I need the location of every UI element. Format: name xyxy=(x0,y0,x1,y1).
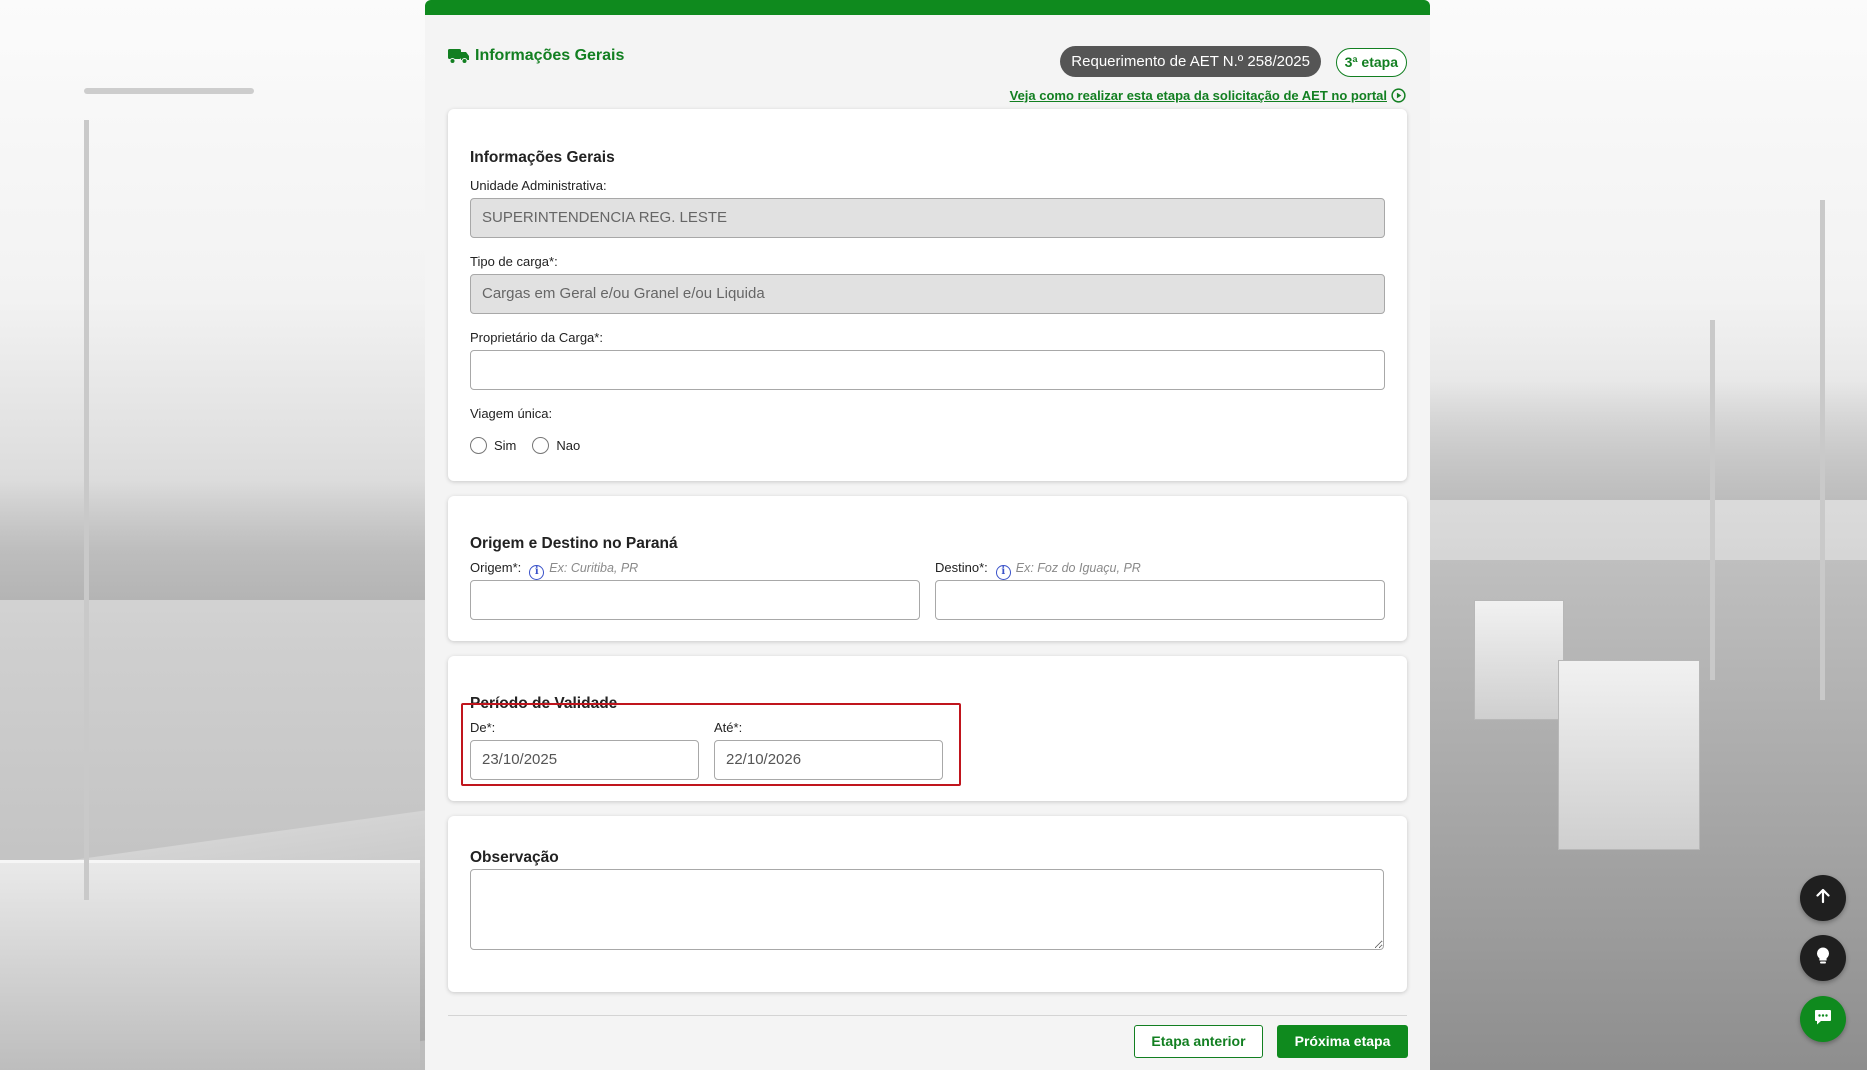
origin-hint: Ex: Curitiba, PR xyxy=(549,561,639,575)
admin-unit-field: SUPERINTENDENCIA REG. LESTE xyxy=(470,198,1385,238)
notes-textarea[interactable] xyxy=(470,869,1384,950)
general-info-panel: Informações Gerais Unidade Administrativ… xyxy=(448,109,1407,481)
tips-button[interactable] xyxy=(1800,935,1846,981)
help-link[interactable]: Veja como realizar esta etapa da solicit… xyxy=(1010,88,1406,103)
background-lamp-post xyxy=(1820,200,1825,700)
header-title-text: Informações Gerais xyxy=(475,47,625,64)
form-header: Informações Gerais Requerimento de AET N… xyxy=(448,33,1407,77)
chat-button[interactable] xyxy=(1800,996,1846,1042)
destination-hint: Ex: Foz do Iguaçu, PR xyxy=(1015,561,1141,575)
radio-sim-label[interactable]: Sim xyxy=(494,438,516,453)
background-truck xyxy=(1474,600,1564,720)
origin-input[interactable] xyxy=(470,580,920,620)
next-step-button[interactable]: Próxima etapa xyxy=(1277,1025,1408,1058)
destination-input[interactable] xyxy=(935,580,1385,620)
route-panel: Origem e Destino no Paraná Origem*: i Ex: … xyxy=(448,496,1407,641)
validity-highlight-box xyxy=(461,703,961,786)
cargo-type-label: Tipo de carga*: xyxy=(470,254,558,269)
destination-label: Destino*: xyxy=(935,560,988,575)
play-circle-icon xyxy=(1391,88,1406,103)
footer-divider xyxy=(448,1015,1407,1016)
origin-label: Origem*: xyxy=(470,560,522,575)
destination-label-row: Destino*: i Ex: Foz do Iguaçu, PR xyxy=(935,560,1141,580)
cargo-type-field: Cargas em Geral e/ou Granel e/ou Liquida xyxy=(470,274,1385,314)
truck-icon xyxy=(448,48,470,64)
background-lamp-post xyxy=(1710,320,1715,680)
cargo-owner-input[interactable] xyxy=(470,350,1385,390)
background-trees-right xyxy=(1430,380,1867,500)
panel-title: Origem e Destino no Paraná xyxy=(470,535,678,552)
origin-label-row: Origem*: i Ex: Curitiba, PR xyxy=(470,560,638,580)
single-trip-option-nao[interactable]: Nao xyxy=(532,437,580,454)
single-trip-option-sim[interactable]: Sim xyxy=(470,437,516,454)
panel-title: Observação xyxy=(470,849,559,866)
single-trip-options: Sim Nao xyxy=(470,437,596,454)
arrow-up-icon xyxy=(1814,887,1832,910)
scroll-top-button[interactable] xyxy=(1800,875,1846,921)
header-title: Informações Gerais xyxy=(448,47,624,65)
lightbulb-icon xyxy=(1814,946,1832,971)
chat-icon xyxy=(1813,1007,1833,1032)
background-truck xyxy=(1558,660,1700,850)
single-trip-label: Viagem única: xyxy=(470,406,553,421)
cargo-owner-label: Proprietário da Carga*: xyxy=(470,330,603,345)
panel-title: Informações Gerais xyxy=(470,149,615,166)
background-lamp-arm xyxy=(84,88,254,94)
request-number-badge: Requerimento de AET N.º 258/2025 xyxy=(1060,46,1321,77)
admin-unit-label: Unidade Administrativa: xyxy=(470,178,607,193)
step-badge: 3ª etapa xyxy=(1335,48,1407,77)
background-trailer xyxy=(0,860,420,1070)
notes-panel: Observação xyxy=(448,816,1407,992)
radio-sim[interactable] xyxy=(470,437,487,454)
info-icon[interactable]: i xyxy=(995,565,1011,580)
radio-nao-label[interactable]: Nao xyxy=(556,438,580,453)
radio-nao[interactable] xyxy=(532,437,550,454)
previous-step-button[interactable]: Etapa anterior xyxy=(1134,1025,1263,1058)
help-link-text[interactable]: Veja como realizar esta etapa da solicit… xyxy=(1010,88,1387,103)
background-trees-left xyxy=(0,480,430,600)
background-lamp-post xyxy=(84,120,89,900)
info-icon[interactable]: i xyxy=(529,565,545,580)
form-container: Informações Gerais Requerimento de AET N… xyxy=(425,0,1430,1070)
